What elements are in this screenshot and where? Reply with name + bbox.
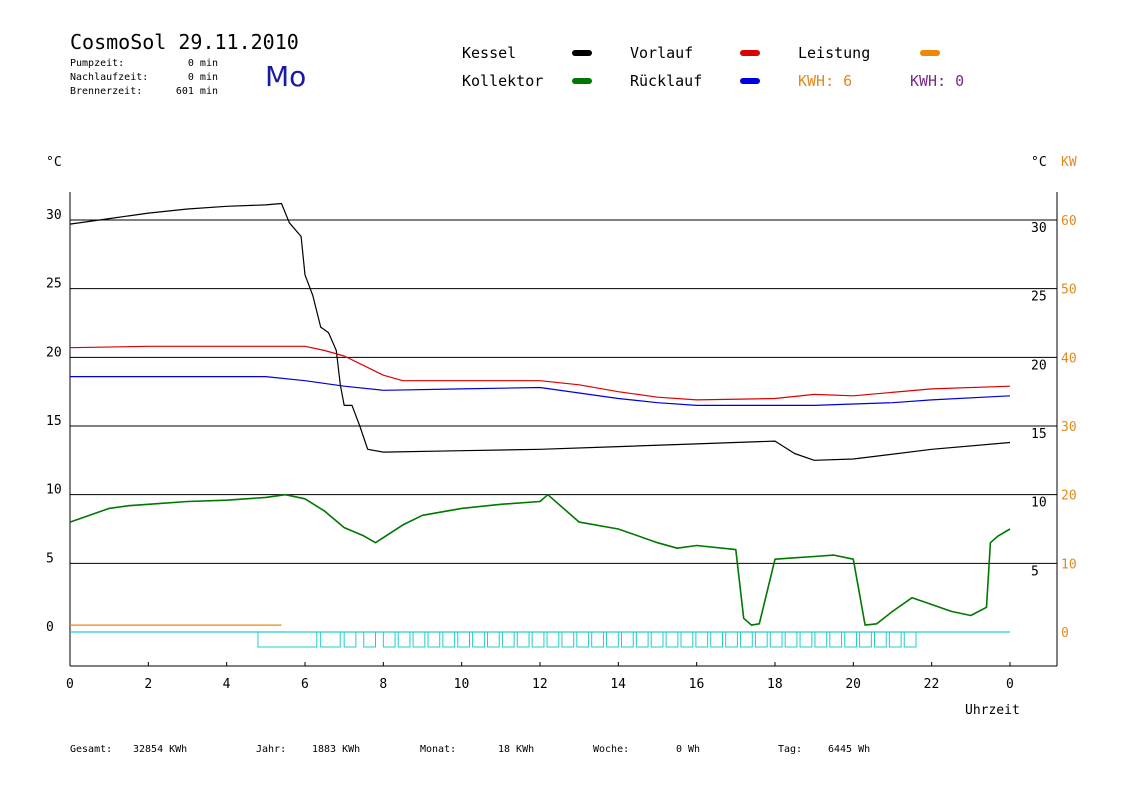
footer-woche-value: 0 Wh	[676, 744, 701, 755]
footer-woche-label: Woche:	[593, 744, 630, 755]
x-tick-label: 20	[845, 677, 861, 692]
y-tick-label-right: 5	[1031, 564, 1039, 579]
y-axis-unit-left: °C	[46, 155, 62, 170]
pump-block	[320, 631, 341, 648]
x-tick-label: 10	[454, 677, 470, 692]
pump-block	[844, 631, 857, 648]
pump-block	[472, 631, 485, 648]
x-tick-label: 0	[66, 677, 74, 692]
pump-block	[635, 631, 649, 648]
pump-block	[769, 631, 783, 648]
footer-jahr-label: Jahr:	[256, 744, 287, 755]
pump-block	[665, 631, 679, 648]
y-tick-label-left: 0	[46, 620, 54, 635]
pump-block	[576, 631, 590, 648]
pump-block	[382, 631, 396, 648]
pump-block	[903, 631, 917, 648]
pump-block	[695, 631, 709, 648]
footer-tag-label: Tag:	[778, 744, 803, 755]
kw-tick-label: 0	[1061, 626, 1069, 641]
y-tick-label-left: 25	[46, 277, 62, 292]
x-tick-label: 22	[924, 677, 940, 692]
chart: 051015202530510152025300102030405060°C °C…	[46, 155, 1077, 718]
pump-block	[740, 631, 753, 648]
x-tick-label: 18	[767, 677, 783, 692]
pump-block	[457, 631, 470, 648]
y-axis-unit-right: °C	[1031, 155, 1047, 170]
y-tick-label-right: 25	[1031, 290, 1047, 305]
y-tick-label-left: 15	[46, 414, 62, 429]
pump-block	[427, 631, 441, 648]
series-line-kollektor	[69, 493, 1011, 626]
pump-block	[546, 631, 560, 648]
kw-tick-label: 30	[1061, 420, 1077, 435]
x-tick-label: 16	[689, 677, 705, 692]
pump-block	[591, 631, 604, 648]
pump-block	[363, 631, 376, 648]
y-tick-label-left: 10	[46, 483, 62, 498]
pump-block	[487, 631, 500, 648]
pump-block	[725, 631, 738, 648]
pump-block	[873, 631, 887, 648]
x-tick-label: 14	[610, 677, 626, 692]
y-tick-label-right: 15	[1031, 427, 1047, 442]
pump-block	[561, 631, 575, 648]
x-tick-label: 12	[532, 677, 548, 692]
kw-tick-label: 10	[1061, 557, 1077, 572]
footer-tag-value: 6445 Wh	[828, 744, 871, 755]
y-tick-label-right: 10	[1031, 496, 1047, 511]
pump-block	[650, 631, 664, 648]
footer-jahr-value: 1883 KWh	[312, 744, 361, 755]
kw-tick-label: 60	[1061, 214, 1077, 229]
y-tick-label-right: 20	[1031, 358, 1047, 373]
pump-block	[397, 631, 411, 648]
pump-block	[888, 631, 902, 648]
y-tick-label-left: 5	[46, 551, 54, 566]
footer-monat-label: Monat:	[420, 744, 457, 755]
kw-tick-label: 40	[1061, 351, 1077, 366]
kw-tick-label: 20	[1061, 489, 1077, 504]
footer-gesamt-label: Gesamt:	[70, 744, 113, 755]
pump-block	[606, 631, 619, 648]
pump-block	[829, 631, 843, 648]
x-tick-label: 6	[301, 677, 309, 692]
pump-block	[516, 631, 530, 648]
y-tick-label-left: 30	[46, 208, 62, 223]
x-tick-label: 4	[223, 677, 231, 692]
x-tick-label: 2	[144, 677, 152, 692]
pump-block	[680, 631, 694, 648]
pump-block	[531, 631, 545, 648]
footer-monat-value: 18 KWh	[498, 744, 535, 755]
footer-gesamt-value: 32854 KWh	[133, 744, 188, 755]
y-tick-label-left: 20	[46, 345, 62, 360]
pump-block	[799, 631, 813, 648]
pump-block	[620, 631, 634, 648]
pump-block	[343, 631, 357, 648]
y-tick-label-right: 30	[1031, 221, 1047, 236]
pump-block	[859, 631, 872, 648]
x-tick-label: 8	[379, 677, 387, 692]
kw-tick-label: 50	[1061, 283, 1077, 298]
pump-block	[784, 631, 798, 648]
x-tick-label: 0	[1006, 677, 1014, 692]
pump-block	[814, 631, 828, 648]
pump-block	[754, 631, 768, 648]
x-axis-label: Uhrzeit	[965, 703, 1020, 718]
pump-block	[710, 631, 724, 648]
pump-block	[412, 631, 426, 648]
series-line-kessel	[69, 202, 1011, 461]
pump-block	[257, 631, 318, 648]
pump-block	[501, 631, 515, 648]
pump-block	[442, 631, 456, 648]
y-axis-unit-kw: KW	[1061, 155, 1077, 170]
series-line-vorlauf	[69, 345, 1011, 401]
